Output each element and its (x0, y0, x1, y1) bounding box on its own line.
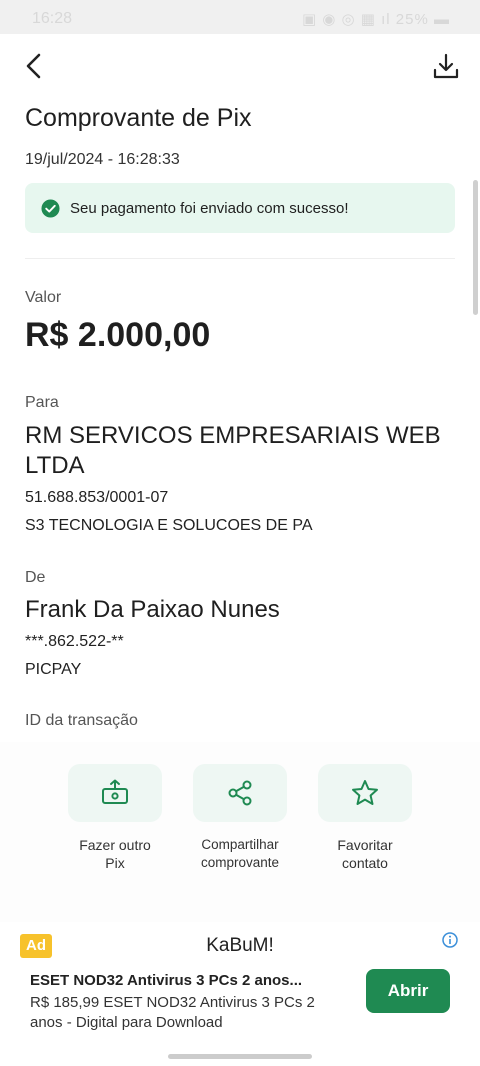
favorite-contact-button[interactable] (318, 764, 412, 822)
status-bar: 16:28 ▣ ◉ ◎ ▦ ıl 25% ▬ (0, 0, 480, 34)
new-pix-label: Fazer outro Pix (53, 836, 177, 872)
payer-institution: PICPAY (25, 661, 82, 678)
success-message: Seu pagamento foi enviado com sucesso! (70, 199, 349, 217)
ad-brand: KaBuM! (206, 935, 274, 956)
favorite-contact-label: Favoritar contato (303, 836, 427, 872)
scrollbar[interactable] (473, 180, 478, 315)
new-pix-button[interactable] (68, 764, 162, 822)
home-indicator[interactable] (168, 1054, 312, 1059)
ad-description: R$ 185,99 ESET NOD32 Antivirus 3 PCs 2 a… (30, 994, 315, 1031)
status-icons: ▣ ◉ ◎ ▦ ıl 25% ▬ (301, 11, 450, 28)
share-receipt-button[interactable] (193, 764, 287, 822)
share-receipt-label-line2: comprovante (200, 855, 280, 870)
payer-document: ***.862.522-** (25, 633, 124, 650)
status-time: 16:28 (32, 10, 73, 27)
transaction-id-label: ID da transação (25, 712, 138, 729)
payer-label: De (25, 569, 46, 586)
favorite-contact-label-line2: contato (342, 855, 388, 871)
favorite-contact-action[interactable]: Favoritar contato (303, 764, 427, 872)
success-banner: Seu pagamento foi enviado com sucesso! (25, 183, 455, 233)
new-pix-label-line2: Pix (105, 855, 125, 871)
send-money-icon (102, 779, 128, 804)
top-bar (0, 34, 480, 100)
share-receipt-label: Compartilhar comprovante (178, 836, 302, 872)
ad-title: ESET NOD32 Antivirus 3 PCs 2 anos... (30, 972, 303, 989)
recipient-name: RM SERVICOS EMPRESARIAIS WEB LTDA (25, 422, 441, 479)
ad-banner[interactable]: Ad KaBuM! ESET NOD32 Antivirus 3 PCs 2 a… (0, 922, 480, 1046)
download-button[interactable] (428, 48, 464, 84)
info-icon[interactable] (442, 932, 458, 948)
check-circle-icon (41, 198, 60, 218)
actions-area: Fazer outro Pix Compartilhar comprovante… (0, 742, 480, 922)
star-icon (352, 780, 378, 805)
recipient-document: 51.688.853/0001-07 (25, 489, 169, 506)
new-pix-label-line1: Fazer outro (79, 837, 151, 853)
chevron-left-icon (26, 53, 41, 79)
back-button[interactable] (16, 48, 52, 84)
value-label: Valor (25, 289, 62, 306)
new-pix-action[interactable]: Fazer outro Pix (53, 764, 177, 872)
share-receipt-action[interactable]: Compartilhar comprovante (178, 764, 302, 872)
receipt-date: 19/jul/2024 - 16:28:33 (25, 151, 180, 168)
page-title: Comprovante de Pix (25, 104, 252, 132)
share-receipt-label-line1: Compartilhar (201, 837, 279, 852)
amount: R$ 2.000,00 (25, 316, 211, 354)
download-icon (433, 53, 459, 79)
recipient-label: Para (25, 394, 59, 411)
ad-open-button[interactable]: Abrir (366, 969, 450, 1013)
favorite-contact-label-line1: Favoritar (337, 837, 393, 853)
payer-name: Frank Da Paixao Nunes (25, 596, 280, 623)
divider (25, 258, 455, 259)
recipient-institution: S3 TECNOLOGIA E SOLUCOES DE PA (25, 517, 313, 534)
share-icon (228, 780, 252, 806)
